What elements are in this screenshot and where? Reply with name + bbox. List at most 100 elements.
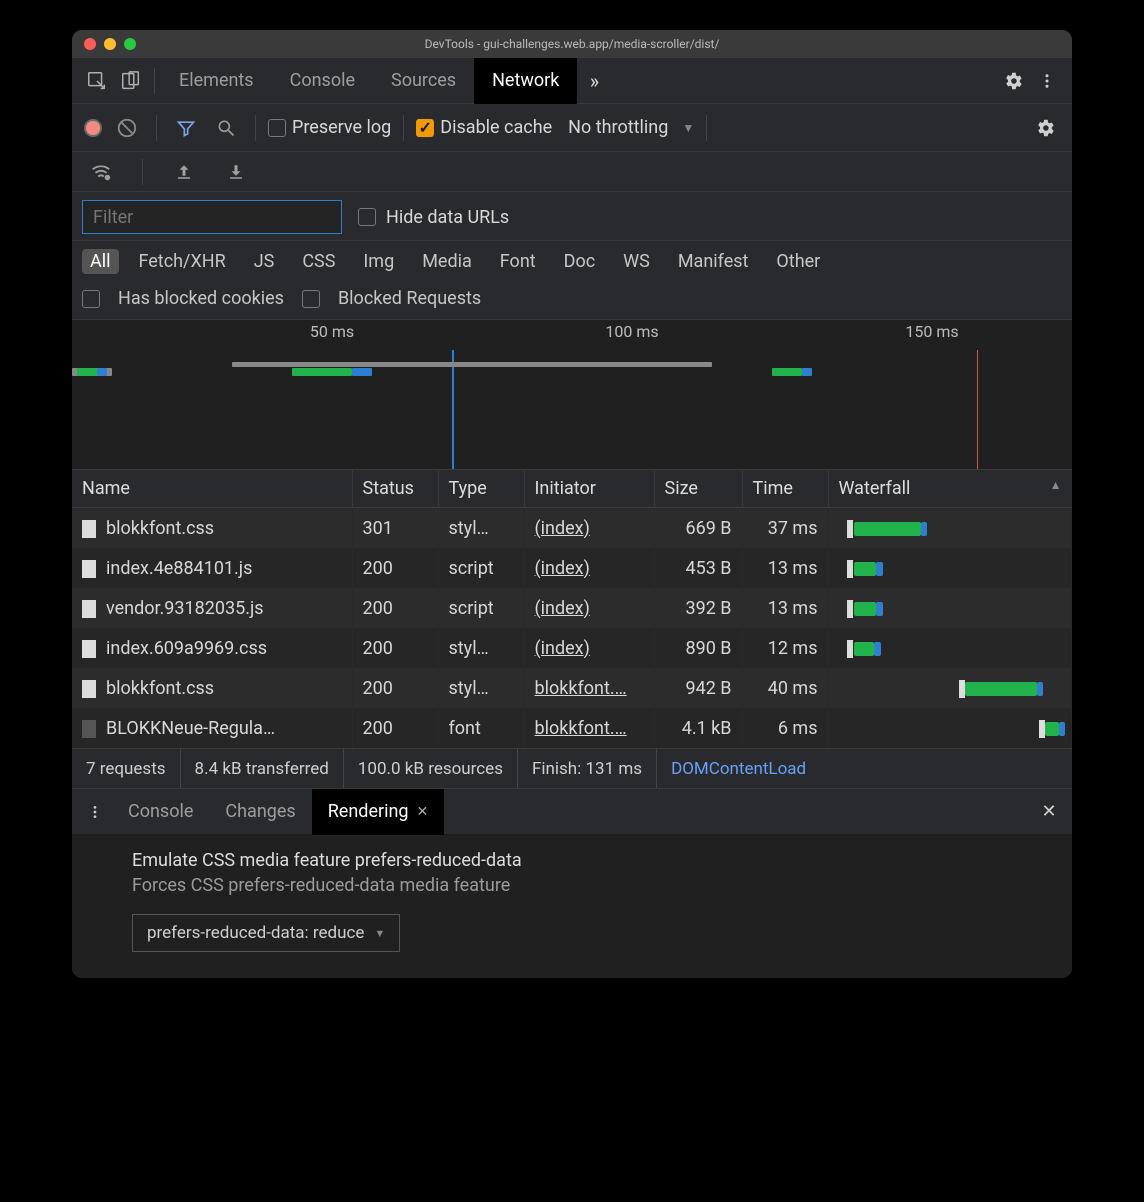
close-window-button[interactable] — [84, 38, 96, 50]
window-title: DevTools - gui-challenges.web.app/media-… — [72, 37, 1072, 51]
type-filter-all[interactable]: All — [82, 249, 119, 274]
close-drawer-icon[interactable]: ✕ — [1032, 795, 1066, 829]
maximize-window-button[interactable] — [124, 38, 136, 50]
tab-network[interactable]: Network — [474, 58, 577, 104]
rendering-option-subtitle: Forces CSS prefers-reduced-data media fe… — [132, 875, 1012, 896]
blocked-requests-label: Blocked Requests — [338, 288, 481, 309]
request-row[interactable]: blokkfont.css200styl…blokkfont.…942 B40 … — [72, 668, 1072, 708]
cell-time: 37 ms — [742, 508, 828, 549]
cell-waterfall — [828, 628, 1072, 668]
timeline-bar — [802, 368, 812, 376]
type-filter-doc[interactable]: Doc — [556, 249, 604, 274]
status-finish: Finish: 131 ms — [518, 749, 657, 788]
request-row[interactable]: index.4e884101.js200script(index)453 B13… — [72, 548, 1072, 588]
timeline-bar — [292, 368, 352, 376]
divider — [706, 115, 707, 141]
cell-initiator[interactable]: (index) — [524, 588, 654, 628]
upload-har-icon[interactable] — [167, 155, 201, 189]
drawer-tab-changes[interactable]: Changes — [209, 789, 311, 835]
request-row[interactable]: index.609a9969.css200styl…(index)890 B12… — [72, 628, 1072, 668]
cell-size: 453 B — [654, 548, 742, 588]
network-settings-gear-icon[interactable] — [1028, 111, 1062, 145]
type-filter-js[interactable]: JS — [246, 249, 283, 274]
close-tab-icon[interactable]: ✕ — [417, 804, 429, 820]
prefers-reduced-data-select[interactable]: prefers-reduced-data: reduce ▼ — [132, 914, 400, 952]
minimize-window-button[interactable] — [104, 38, 116, 50]
blocked-cookies-checkbox[interactable] — [82, 290, 100, 308]
type-filter-fetchxhr[interactable]: Fetch/XHR — [131, 249, 234, 274]
cell-size: 890 B — [654, 628, 742, 668]
clear-icon[interactable] — [110, 111, 144, 145]
col-size[interactable]: Size — [654, 470, 742, 508]
cell-status: 200 — [352, 588, 438, 628]
type-filter-css[interactable]: CSS — [294, 249, 343, 274]
search-icon[interactable] — [209, 111, 243, 145]
divider — [403, 115, 404, 141]
tab-elements[interactable]: Elements — [161, 58, 272, 104]
col-name[interactable]: Name — [72, 470, 352, 508]
tab-console[interactable]: Console — [272, 58, 373, 104]
type-filter-bar: All Fetch/XHR JS CSS Img Media Font Doc … — [72, 241, 1072, 282]
device-toolbar-icon[interactable] — [114, 64, 148, 98]
cell-name: index.4e884101.js — [72, 548, 352, 588]
preserve-log-checkbox[interactable] — [268, 119, 286, 137]
drawer-tab-console[interactable]: Console — [112, 789, 209, 835]
cell-status: 301 — [352, 508, 438, 549]
network-conditions-icon[interactable] — [84, 155, 118, 189]
blocked-requests-checkbox[interactable] — [302, 290, 320, 308]
col-status[interactable]: Status — [352, 470, 438, 508]
type-filter-media[interactable]: Media — [414, 249, 480, 274]
download-har-icon[interactable] — [219, 155, 253, 189]
col-time[interactable]: Time — [742, 470, 828, 508]
rendering-panel: Emulate CSS media feature prefers-reduce… — [72, 834, 1072, 978]
col-initiator[interactable]: Initiator — [524, 470, 654, 508]
timeline-overview[interactable]: 50 ms 100 ms 150 ms — [72, 320, 1072, 470]
kebab-menu-icon[interactable] — [1030, 64, 1064, 98]
cell-time: 6 ms — [742, 708, 828, 748]
rendering-option-title: Emulate CSS media feature prefers-reduce… — [132, 850, 1012, 871]
cell-initiator[interactable]: (index) — [524, 508, 654, 549]
cell-time: 12 ms — [742, 628, 828, 668]
type-filter-img[interactable]: Img — [355, 249, 402, 274]
request-row[interactable]: vendor.93182035.js200script(index)392 B1… — [72, 588, 1072, 628]
hide-data-urls-checkbox[interactable] — [358, 208, 376, 226]
timeline-bar — [232, 362, 462, 367]
cell-initiator[interactable]: (index) — [524, 628, 654, 668]
drawer-kebab-icon[interactable] — [78, 795, 112, 829]
cell-type: font — [438, 708, 524, 748]
drawer-tab-rendering[interactable]: Rendering ✕ — [312, 789, 445, 835]
cell-status: 200 — [352, 708, 438, 748]
type-filter-other[interactable]: Other — [768, 249, 828, 274]
cell-time: 13 ms — [742, 548, 828, 588]
inspect-element-icon[interactable] — [80, 64, 114, 98]
cell-initiator[interactable]: blokkfont.… — [524, 668, 654, 708]
status-dcl[interactable]: DOMContentLoad — [657, 749, 820, 788]
throttling-select[interactable]: No throttling ▼ — [568, 117, 694, 138]
timeline-bar — [97, 368, 107, 376]
type-filter-ws[interactable]: WS — [615, 249, 658, 274]
tab-sources[interactable]: Sources — [373, 58, 474, 104]
request-row[interactable]: BLOKKNeue-Regula…200fontblokkfont.…4.1 k… — [72, 708, 1072, 748]
cell-name: index.609a9969.css — [72, 628, 352, 668]
main-tab-bar: Elements Console Sources Network » — [72, 58, 1072, 104]
cell-initiator[interactable]: (index) — [524, 548, 654, 588]
preserve-log-label: Preserve log — [292, 117, 391, 138]
col-type[interactable]: Type — [438, 470, 524, 508]
col-waterfall[interactable]: Waterfall▲ — [828, 470, 1072, 508]
settings-gear-icon[interactable] — [996, 64, 1030, 98]
type-filter-manifest[interactable]: Manifest — [670, 249, 757, 274]
disable-cache-checkbox[interactable]: ✓ — [416, 119, 434, 137]
cell-initiator[interactable]: blokkfont.… — [524, 708, 654, 748]
request-row[interactable]: blokkfont.css301styl…(index)669 B37 ms — [72, 508, 1072, 549]
type-filter-font[interactable]: Font — [492, 249, 544, 274]
cell-size: 669 B — [654, 508, 742, 549]
network-toolbar-secondary — [72, 152, 1072, 192]
cell-waterfall — [828, 588, 1072, 628]
record-button[interactable] — [84, 119, 102, 137]
timeline-tick-labels: 50 ms 100 ms 150 ms — [72, 322, 1072, 344]
cell-time: 40 ms — [742, 668, 828, 708]
file-icon — [82, 600, 96, 618]
more-tabs-icon[interactable]: » — [577, 64, 611, 98]
filter-input[interactable] — [82, 200, 342, 234]
filter-toggle-icon[interactable] — [169, 111, 203, 145]
